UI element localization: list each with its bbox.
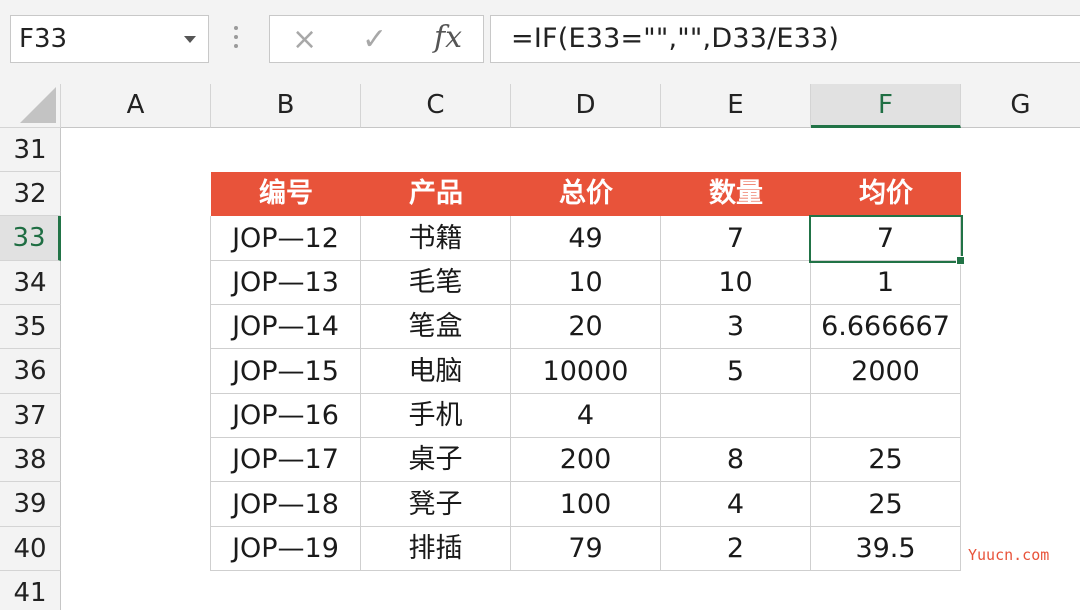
watermark: Yuucn.com [968, 546, 1050, 564]
cell-d38[interactable]: 200 [511, 438, 661, 482]
cell-e37[interactable] [661, 394, 811, 438]
cell-e34[interactable]: 10 [661, 261, 811, 305]
cell-e36[interactable]: 5 [661, 349, 811, 394]
cell-f39[interactable]: 25 [811, 482, 961, 527]
row-header-33[interactable]: 33 [0, 216, 61, 261]
cell-d35[interactable]: 20 [511, 305, 661, 349]
cell-f37[interactable] [811, 394, 961, 438]
drag-handle-icon[interactable] [233, 26, 239, 52]
cancel-icon[interactable]: × [292, 22, 317, 57]
cell-b38[interactable]: JOP—17 [211, 438, 361, 482]
name-box-value: F33 [19, 24, 68, 54]
table-header-id: 编号 [211, 172, 361, 216]
formula-text: =IF(E33="","",D33/E33) [511, 23, 840, 54]
table-header-average: 均价 [811, 172, 961, 216]
column-header-d[interactable]: D [511, 84, 661, 128]
column-header-g[interactable]: G [961, 84, 1080, 128]
select-all-button[interactable] [0, 84, 61, 128]
name-box[interactable]: F33 [10, 15, 209, 63]
cell-c36[interactable]: 电脑 [361, 349, 511, 394]
insert-function-icon[interactable]: fx [434, 20, 462, 55]
cell-f38[interactable]: 25 [811, 438, 961, 482]
cell-d39[interactable]: 100 [511, 482, 661, 527]
row-header-41[interactable]: 41 [0, 571, 61, 610]
cell-e39[interactable]: 4 [661, 482, 811, 527]
row-header-40[interactable]: 40 [0, 527, 61, 571]
row-header-38[interactable]: 38 [0, 438, 61, 482]
cell-b40[interactable]: JOP—19 [211, 527, 361, 571]
table-header-product: 产品 [361, 172, 511, 216]
cell-b35[interactable]: JOP—14 [211, 305, 361, 349]
table-header-total: 总价 [511, 172, 661, 216]
cell-b37[interactable]: JOP—16 [211, 394, 361, 438]
cell-c40[interactable]: 排插 [361, 527, 511, 571]
formula-bar-area: F33 × ✓ fx =IF(E33="","",D33/E33) [0, 0, 1080, 84]
cell-f40[interactable]: 39.5 [811, 527, 961, 571]
column-header-e[interactable]: E [661, 84, 811, 128]
column-header-f[interactable]: F [811, 84, 961, 128]
cell-d36[interactable]: 10000 [511, 349, 661, 394]
chevron-down-icon[interactable] [184, 36, 196, 43]
cell-f36[interactable]: 2000 [811, 349, 961, 394]
cell-c35[interactable]: 笔盒 [361, 305, 511, 349]
cell-c37[interactable]: 手机 [361, 394, 511, 438]
active-cell-border [809, 215, 963, 263]
cell-b34[interactable]: JOP—13 [211, 261, 361, 305]
cell-b39[interactable]: JOP—18 [211, 482, 361, 527]
cell-e38[interactable]: 8 [661, 438, 811, 482]
row-header-37[interactable]: 37 [0, 394, 61, 438]
cell-d40[interactable]: 79 [511, 527, 661, 571]
row-header-34[interactable]: 34 [0, 261, 61, 305]
cell-e35[interactable]: 3 [661, 305, 811, 349]
cell-d33[interactable]: 49 [511, 216, 661, 261]
cell-f35[interactable]: 6.666667 [811, 305, 961, 349]
cell-e33[interactable]: 7 [661, 216, 811, 261]
cell-e40[interactable]: 2 [661, 527, 811, 571]
enter-icon[interactable]: ✓ [362, 22, 387, 57]
row-header-39[interactable]: 39 [0, 482, 61, 527]
cell-f34[interactable]: 1 [811, 261, 961, 305]
row-header-35[interactable]: 35 [0, 305, 61, 349]
formula-input[interactable]: =IF(E33="","",D33/E33) [490, 15, 1080, 63]
cell-d37[interactable]: 4 [511, 394, 661, 438]
formula-buttons: × ✓ fx [269, 15, 484, 63]
column-header-a[interactable]: A [61, 84, 211, 128]
cell-c33[interactable]: 书籍 [361, 216, 511, 261]
table-header-quantity: 数量 [661, 172, 811, 216]
cell-b36[interactable]: JOP—15 [211, 349, 361, 394]
row-header-31[interactable]: 31 [0, 128, 61, 172]
row-header-36[interactable]: 36 [0, 349, 61, 394]
row-header-32[interactable]: 32 [0, 172, 61, 216]
column-header-b[interactable]: B [211, 84, 361, 128]
fill-handle[interactable] [956, 256, 965, 265]
column-header-c[interactable]: C [361, 84, 511, 128]
cell-c34[interactable]: 毛笔 [361, 261, 511, 305]
cell-c39[interactable]: 凳子 [361, 482, 511, 527]
cell-c38[interactable]: 桌子 [361, 438, 511, 482]
cell-b33[interactable]: JOP—12 [211, 216, 361, 261]
cell-d34[interactable]: 10 [511, 261, 661, 305]
